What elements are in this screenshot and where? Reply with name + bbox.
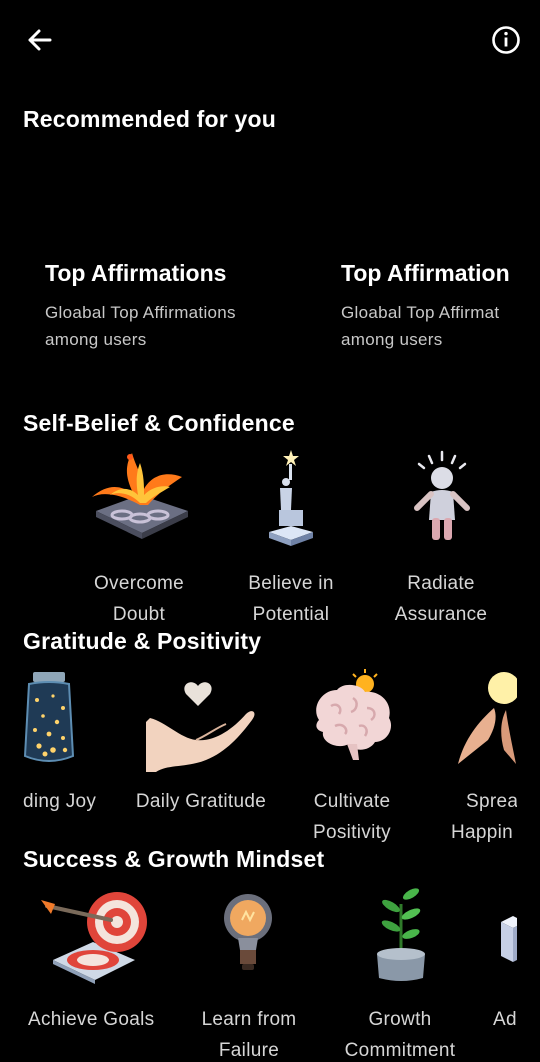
tile-label: Failure: [218, 1040, 280, 1061]
section-title-self-belief: Self-Belief & Confidence: [23, 410, 295, 436]
recommended-card-subtitle: Gloabal Top Affirmations: [45, 303, 236, 322]
affirmation-tile-daily-gratitude[interactable]: Daily Gratitude: [126, 662, 276, 852]
affirmation-tile-growth-commitment[interactable]: Growth Commitment: [333, 880, 467, 1062]
brain-sun-icon: [307, 668, 397, 762]
recommended-carousel[interactable]: Top Affirmations Gloabal Top Affirmation…: [0, 250, 518, 380]
info-circle-icon: [492, 26, 520, 54]
back-button[interactable]: [22, 22, 58, 58]
recommended-card[interactable]: Top Affirmation Gloabal Top Affirmat amo…: [341, 260, 518, 370]
self-belief-carousel[interactable]: tly Overcome Doubt: [23, 440, 517, 630]
success-carousel[interactable]: Achieve Goals Learn from Failure Growth …: [23, 880, 517, 1062]
affirmation-tile-believe-potential[interactable]: Believe in Potential: [229, 440, 353, 630]
blocks-icon: [497, 912, 517, 968]
affirmation-tile[interactable]: tly: [23, 440, 60, 630]
tile-label: Positivity: [313, 822, 391, 843]
gratitude-carousel[interactable]: ding Joy Daily Gratitude Cultivate Posit…: [23, 662, 517, 852]
jar-of-lights-icon: [23, 670, 75, 766]
tile-label: Commitment: [344, 1040, 456, 1061]
affirmation-tile-overcome-doubt[interactable]: Overcome Doubt: [79, 440, 199, 630]
affirmation-tile[interactable]: Ad: [491, 880, 517, 1062]
tile-label: Cultivate: [313, 791, 391, 812]
recommended-card-subtitle: among users: [341, 330, 443, 349]
affirmation-tile-achieve-goals[interactable]: Achieve Goals: [23, 880, 173, 1062]
tile-label: Happin: [451, 822, 514, 843]
tile-label: Growth: [368, 1009, 432, 1030]
tile-label: ding Joy: [23, 791, 97, 812]
lightbulb-icon: [218, 890, 278, 976]
tile-label: Potential: [252, 604, 330, 625]
affirmation-tile-cultivate-positivity[interactable]: Cultivate Positivity: [293, 662, 411, 852]
tile-label: Daily Gratitude: [135, 791, 267, 812]
tile-label: Achieve Goals: [28, 1009, 155, 1030]
tile-label: Overcome: [93, 573, 185, 594]
recommended-card-subtitle: Gloabal Top Affirmat: [341, 303, 500, 322]
hand-heart-icon: [146, 678, 262, 772]
recommended-card-subtitle: among users: [45, 330, 147, 349]
affirmation-tile[interactable]: Sprea Happin: [450, 662, 517, 852]
section-title-gratitude: Gratitude & Positivity: [23, 628, 262, 654]
tile-label: Doubt: [112, 604, 166, 625]
statue-star-icon: [259, 446, 323, 550]
top-bar: [0, 0, 540, 80]
recommended-card-title: Top Affirmation: [341, 260, 510, 286]
hands-sun-icon: [454, 670, 517, 764]
info-button[interactable]: [488, 22, 524, 58]
arrow-left-icon: [28, 29, 52, 51]
affirmation-tile[interactable]: ding Joy: [23, 662, 113, 852]
recommended-card[interactable]: Top Affirmations Gloabal Top Affirmation…: [45, 260, 305, 370]
recommended-title: Recommended for you: [23, 106, 277, 132]
affirmation-tile-learn-failure[interactable]: Learn from Failure: [188, 880, 310, 1062]
tile-label: Learn from: [201, 1009, 297, 1030]
affirmation-tile-radiate-assurance[interactable]: Radiate Assurance: [381, 440, 501, 630]
tile-label: Radiate: [407, 573, 475, 594]
tile-label: Sprea: [466, 791, 517, 812]
tile-label: Ad: [493, 1009, 517, 1030]
tile-label: Assurance: [394, 604, 488, 625]
tile-label: Believe in: [248, 573, 334, 594]
glowing-figure-icon: [409, 450, 475, 546]
target-dart-icon: [37, 884, 147, 984]
section-title-success: Success & Growth Mindset: [23, 846, 325, 872]
phoenix-chains-icon: [82, 445, 198, 549]
plant-pot-icon: [371, 884, 431, 984]
recommended-card-title: Top Affirmations: [45, 260, 227, 286]
